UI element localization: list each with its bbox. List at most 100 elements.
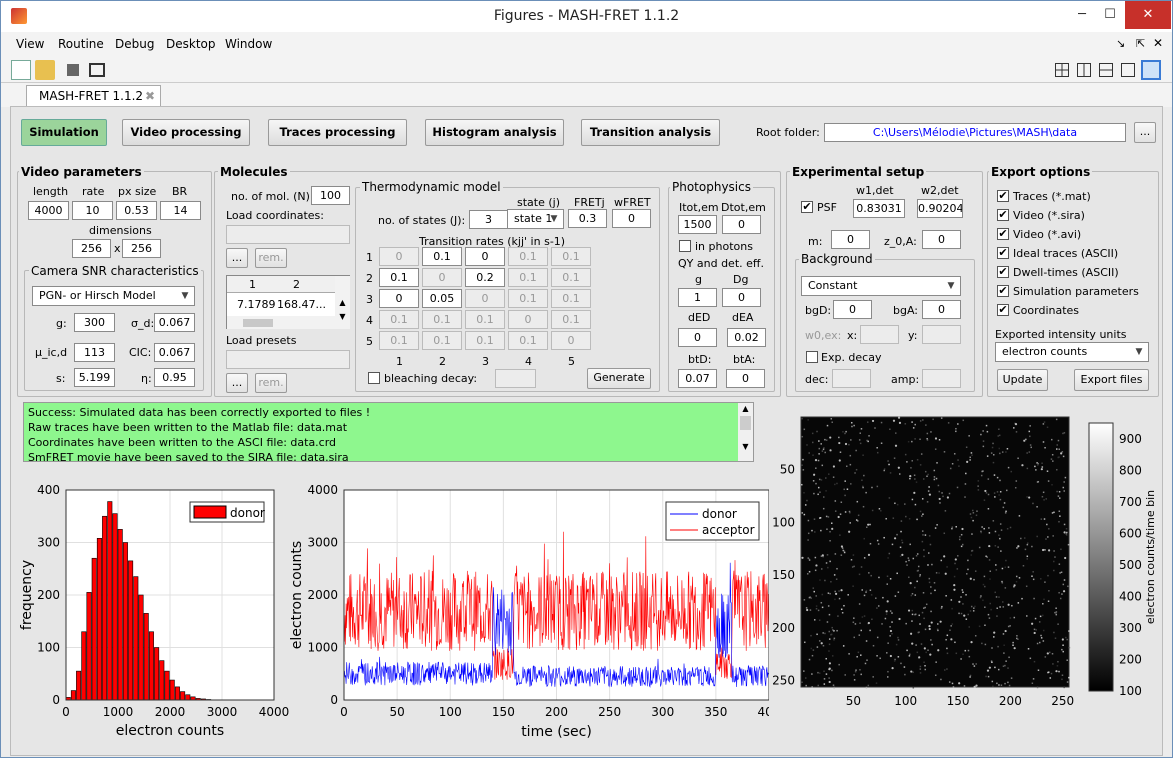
w0-x-field[interactable] bbox=[860, 325, 899, 344]
tile-rows-icon[interactable] bbox=[1099, 63, 1113, 77]
rate-cell[interactable]: 0 bbox=[465, 289, 505, 308]
itot-field[interactable]: 1500 bbox=[678, 215, 717, 234]
length-field[interactable]: 4000 bbox=[28, 201, 69, 220]
presets-file-field[interactable] bbox=[226, 350, 350, 369]
tile-grid-icon[interactable] bbox=[1055, 63, 1069, 77]
rate-cell[interactable]: 0.1 bbox=[422, 331, 462, 350]
rate-cell[interactable]: 0.1 bbox=[422, 310, 462, 329]
export-checkbox[interactable]: ✔ bbox=[997, 285, 1009, 297]
update-button[interactable]: Update bbox=[997, 369, 1048, 391]
rate-cell[interactable]: 0.1 bbox=[465, 331, 505, 350]
menu-debug[interactable]: Debug bbox=[115, 37, 154, 51]
open-folder-icon[interactable] bbox=[35, 60, 55, 80]
undock-icon[interactable]: ↘ bbox=[1116, 37, 1125, 50]
root-browse-button[interactable]: ... bbox=[1134, 122, 1156, 143]
rate-cell[interactable]: 0.1 bbox=[508, 331, 548, 350]
dea-field[interactable]: 0.02 bbox=[727, 328, 766, 347]
w1-field[interactable]: 0.83031 bbox=[853, 199, 905, 218]
export-checkbox[interactable]: ✔ bbox=[997, 190, 1009, 202]
dtot-field[interactable]: 0 bbox=[722, 215, 761, 234]
new-file-icon[interactable] bbox=[11, 60, 31, 80]
rate-cell[interactable]: 0.1 bbox=[422, 247, 462, 266]
rate-cell[interactable]: 0 bbox=[379, 247, 419, 266]
coords-file-field[interactable] bbox=[226, 225, 350, 244]
rate-cell[interactable]: 0.1 bbox=[465, 310, 505, 329]
rate-cell[interactable]: 0.1 bbox=[379, 310, 419, 329]
bgd-field[interactable]: 0 bbox=[833, 300, 872, 319]
rate-field[interactable]: 10 bbox=[72, 201, 113, 220]
rate-cell[interactable]: 0.1 bbox=[551, 268, 591, 287]
root-folder-field[interactable]: C:\Users\Mélodie\Pictures\MASH\data bbox=[824, 123, 1126, 142]
sigma-d-field[interactable]: 0.067 bbox=[154, 313, 195, 332]
nstates-field[interactable]: 3 bbox=[469, 210, 508, 229]
stop-icon[interactable] bbox=[67, 64, 79, 76]
simulation-button[interactable]: Simulation bbox=[21, 119, 107, 146]
fretj-field[interactable]: 0.3 bbox=[568, 209, 607, 228]
export-checkbox[interactable]: ✔ bbox=[997, 247, 1009, 259]
coords-vscroll[interactable]: ▲ ▼ bbox=[335, 276, 350, 329]
export-checkbox[interactable]: ✔ bbox=[997, 209, 1009, 221]
psf-checkbox[interactable]: ✔ bbox=[801, 201, 813, 213]
close-figure-icon[interactable]: ✕ bbox=[1153, 36, 1163, 50]
units-dropdown[interactable]: electron counts ▼ bbox=[995, 342, 1149, 362]
rate-cell[interactable]: 0.2 bbox=[465, 268, 505, 287]
coords-browse-button[interactable]: ... bbox=[226, 248, 248, 268]
rate-cell[interactable]: 0.1 bbox=[508, 268, 548, 287]
maximize-button[interactable]: ☐ bbox=[1097, 1, 1123, 29]
px-size-field[interactable]: 0.53 bbox=[116, 201, 157, 220]
export-files-button[interactable]: Export files bbox=[1074, 369, 1149, 391]
coords-hscroll[interactable] bbox=[227, 316, 335, 329]
in-photons-checkbox[interactable] bbox=[679, 240, 691, 252]
ded-field[interactable]: 0 bbox=[678, 328, 717, 347]
coords-remove-button[interactable]: rem. bbox=[255, 248, 287, 268]
tile-columns-icon[interactable] bbox=[1077, 63, 1091, 77]
presets-remove-button[interactable]: rem. bbox=[255, 373, 287, 393]
z0-field[interactable]: 0 bbox=[922, 230, 961, 249]
rate-cell[interactable]: 0 bbox=[551, 331, 591, 350]
menu-window[interactable]: Window bbox=[225, 37, 272, 51]
menu-view[interactable]: View bbox=[16, 37, 44, 51]
s-field[interactable]: 5.199 bbox=[74, 368, 115, 387]
bta-field[interactable]: 0 bbox=[726, 369, 765, 388]
export-checkbox[interactable]: ✔ bbox=[997, 266, 1009, 278]
menu-routine[interactable]: Routine bbox=[58, 37, 104, 51]
tab-mash-fret[interactable]: MASH-FRET 1.1.2 ✖ bbox=[26, 85, 161, 107]
close-button[interactable]: ✕ bbox=[1125, 1, 1171, 29]
rate-cell[interactable]: 0 bbox=[379, 289, 419, 308]
dock-icon[interactable]: ⇱ bbox=[1136, 37, 1145, 50]
bga-field[interactable]: 0 bbox=[922, 300, 961, 319]
dg-field[interactable]: 0 bbox=[722, 288, 761, 307]
mu-field[interactable]: 113 bbox=[74, 343, 115, 362]
amp-field[interactable] bbox=[922, 369, 961, 388]
rate-cell[interactable]: 0.1 bbox=[551, 310, 591, 329]
tab-close-icon[interactable]: ✖ bbox=[145, 86, 155, 106]
dim-y-field[interactable]: 256 bbox=[122, 239, 161, 258]
presets-browse-button[interactable]: ... bbox=[226, 373, 248, 393]
bleach-checkbox[interactable] bbox=[368, 372, 380, 384]
rate-cell[interactable]: 0.1 bbox=[551, 247, 591, 266]
m-field[interactable]: 0 bbox=[831, 230, 870, 249]
rate-cell[interactable]: 0.1 bbox=[379, 268, 419, 287]
rate-cell[interactable]: 0.05 bbox=[422, 289, 462, 308]
export-checkbox[interactable]: ✔ bbox=[997, 304, 1009, 316]
rate-cell[interactable]: 0 bbox=[465, 247, 505, 266]
dim-x-field[interactable]: 256 bbox=[72, 239, 111, 258]
btd-field[interactable]: 0.07 bbox=[678, 369, 717, 388]
camera-model-dropdown[interactable]: PGN- or Hirsch Model ▼ bbox=[32, 286, 195, 306]
rate-cell[interactable]: 0 bbox=[422, 268, 462, 287]
state-j-dropdown[interactable]: state 1 ▼ bbox=[507, 209, 564, 229]
coords-table[interactable]: 1 2 7.1789 168.47... ▲ ▼ bbox=[226, 275, 350, 329]
transition-analysis-button[interactable]: Transition analysis bbox=[581, 119, 720, 146]
rate-cell[interactable]: 0.1 bbox=[551, 289, 591, 308]
nmol-field[interactable]: 100 bbox=[311, 186, 350, 205]
br-field[interactable]: 14 bbox=[160, 201, 201, 220]
cic-field[interactable]: 0.067 bbox=[154, 343, 195, 362]
rate-cell[interactable]: 0.1 bbox=[508, 289, 548, 308]
rate-cell[interactable]: 0.1 bbox=[508, 247, 548, 266]
traces-processing-button[interactable]: Traces processing bbox=[268, 119, 407, 146]
w2-field[interactable]: 0.90204 bbox=[917, 199, 963, 218]
g-field[interactable]: 300 bbox=[74, 313, 115, 332]
menu-desktop[interactable]: Desktop bbox=[166, 37, 216, 51]
g-photo-field[interactable]: 1 bbox=[678, 288, 717, 307]
exp-decay-checkbox[interactable] bbox=[806, 351, 818, 363]
